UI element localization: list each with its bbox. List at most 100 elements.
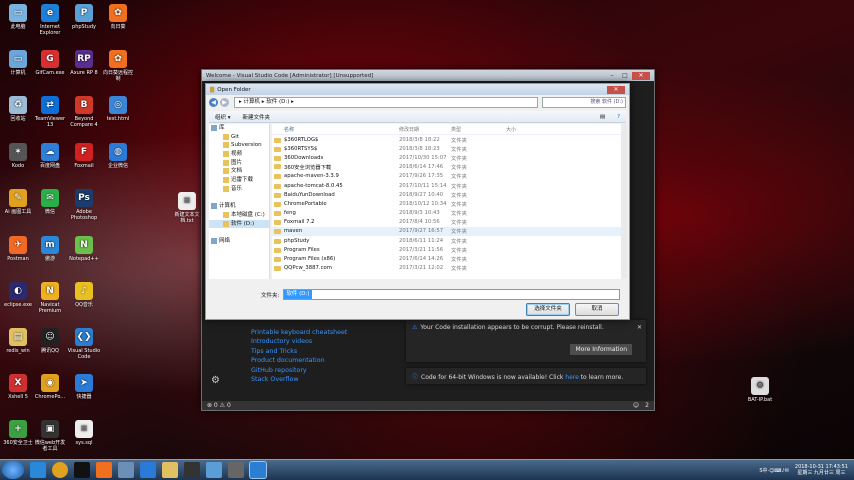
select-folder-button[interactable]: 选择文件夹 [526, 303, 570, 316]
desktop-icon[interactable]: RP Axure RP 8 [67, 50, 101, 76]
view-icon[interactable]: ▤ [600, 114, 605, 120]
file-row[interactable]: phpStudy 2018/6/11 11:24 文件夹 [272, 236, 622, 245]
file-row[interactable]: QQPcw_3887.com 2017/3/21 12:02 文件夹 [272, 264, 622, 273]
desktop-icon[interactable]: ✿ 向日葵 [101, 4, 135, 30]
close-icon[interactable]: ✕ [632, 71, 650, 80]
sunflower-icon[interactable] [96, 462, 112, 478]
maximize-icon[interactable]: □ [619, 72, 631, 80]
nav-item[interactable]: 软件 (D:) [209, 219, 269, 229]
link-tips-tricks[interactable]: Tips and Tricks [251, 347, 347, 356]
desktop-icon[interactable]: ☺ 腾讯QQ [33, 328, 67, 354]
link-intro-videos[interactable]: Introductory videos [251, 337, 347, 346]
more-information-button[interactable]: More Information [570, 344, 632, 355]
file-row[interactable]: apache-tomcat-8.0.45 2017/10/11 15:14 文件夹 [272, 181, 622, 190]
app-icon[interactable] [206, 462, 222, 478]
desktop-icon[interactable]: ♪ QQ音乐 [67, 282, 101, 308]
desktop-icon[interactable]: ≡ 新建文本文档.txt [170, 192, 204, 224]
breadcrumb[interactable]: ▸ 计算机 ▸ 软件 (D:) ▸ [234, 97, 538, 108]
desktop-icon[interactable]: ▣ 微信web开发者工具 [33, 420, 67, 452]
desktop-icon[interactable]: ❮❯ Visual Studio Code [67, 328, 101, 360]
nav-item[interactable]: 计算机 [209, 202, 269, 211]
desktop-icon[interactable]: ✎ Ai 画图工具 [1, 189, 35, 215]
file-row[interactable]: Foxmail 7.2 2017/8/4 10:56 文件夹 [272, 218, 622, 227]
nav-item[interactable]: 本地磁盘 (C:) [209, 211, 269, 220]
desktop-icon[interactable]: ▭ 计算机 [1, 50, 35, 76]
vscode-icon[interactable] [250, 462, 266, 478]
link-product-docs[interactable]: Product documentation [251, 356, 347, 365]
help-icon[interactable]: ? [617, 114, 620, 120]
file-row[interactable]: $360RTSYS$ 2018/3/8 18:23 文件夹 [272, 144, 622, 153]
desktop-icon[interactable]: ▭ 此电脑 [1, 4, 35, 30]
link-stack-overflow[interactable]: Stack Overflow [251, 375, 347, 384]
desktop-icon[interactable]: ◉ ChromePo... [33, 374, 67, 400]
close-icon[interactable]: ✕ [607, 85, 625, 94]
desktop-icon[interactable]: B Beyond Compare 4 [67, 96, 101, 128]
desktop-icon[interactable]: ⇄ TeamViewer 13 [33, 96, 67, 128]
gear-icon[interactable]: ⚙ [211, 375, 220, 386]
desktop-icon[interactable]: X Xshell 5 [1, 374, 35, 400]
search-input[interactable]: 搜索 软件 (D:) [542, 97, 626, 108]
scrollbar[interactable] [621, 124, 627, 279]
desktop-icon[interactable]: PphpStudy [67, 4, 101, 30]
problems-status[interactable]: ⊗ 0 ⚠ 0 [207, 402, 231, 409]
new-folder-button[interactable]: 新建文件夹 [243, 113, 271, 121]
desktop-icon[interactable]: ✿ 向日葵远程控制 [101, 50, 135, 82]
nav-item[interactable]: 文档 [209, 167, 269, 176]
wework-icon[interactable] [140, 462, 156, 478]
close-icon[interactable]: ✕ [637, 324, 642, 331]
column-type[interactable]: 类型 [451, 126, 506, 133]
nav-item[interactable]: 迅雷下载 [209, 176, 269, 185]
tray-icons[interactable]: S中·☺⌨♪✉ [759, 467, 789, 474]
file-row[interactable]: $360RTLOG$ 2018/3/8 18:22 文件夹 [272, 135, 622, 144]
file-row[interactable]: Program Files 2017/3/21 11:56 文件夹 [272, 245, 622, 254]
desktop-icon[interactable]: m 傲游 [33, 236, 67, 262]
column-name[interactable]: 名称 [272, 126, 399, 133]
file-row[interactable]: BaiduYunDownload 2018/9/27 10:40 文件夹 [272, 190, 622, 199]
link-github-repo[interactable]: GitHub repository [251, 366, 347, 375]
qq-icon[interactable] [184, 462, 200, 478]
nav-item[interactable]: 音乐 [209, 185, 269, 194]
file-row[interactable]: Program Files (x86) 2017/6/14 14:26 文件夹 [272, 254, 622, 263]
desktop-icon[interactable]: F Foxmail [67, 143, 101, 169]
desktop-icon[interactable]: ⚙ BAT-IP.bat [743, 377, 777, 403]
desktop-icon[interactable]: e Internet Explorer [33, 4, 67, 36]
chrome-icon[interactable] [52, 462, 68, 478]
desktop-icon[interactable]: Ps Adobe Photoshop [67, 189, 101, 221]
file-row[interactable]: 360安全浏览器下载 2018/6/14 17:46 文件夹 [272, 163, 622, 172]
file-row[interactable]: 360Downloads 2017/10/30 15:07 文件夹 [272, 153, 622, 162]
nav-item[interactable]: 网络 [209, 237, 269, 246]
desktop-icon[interactable]: N Navicat Premium [33, 282, 67, 314]
column-date[interactable]: 修改日期 [399, 126, 451, 133]
clock[interactable]: 2018-10-31 17:43:51 星期三 九月廿三 周三 [795, 464, 848, 476]
file-row[interactable]: ChromePortable 2018/10/12 10:34 文件夹 [272, 199, 622, 208]
desktop-icon[interactable]: ➤ 快捷器 [67, 374, 101, 400]
here-link[interactable]: here [565, 374, 579, 381]
link-keyboard-cheatsheet[interactable]: Printable keyboard cheatsheet [251, 328, 347, 337]
nav-item[interactable]: Subversion [209, 141, 269, 150]
sublime-icon[interactable] [228, 462, 244, 478]
desktop-icon[interactable]: ▤ redis_win [1, 328, 35, 354]
desktop-icon[interactable]: G GifCam.exe [33, 50, 67, 76]
desktop-icon[interactable]: ✉ 微信 [33, 189, 67, 215]
network-icon[interactable] [118, 462, 134, 478]
desktop-icon[interactable]: ≡ sys.sql [67, 420, 101, 446]
desktop-icon[interactable]: ☁ 百度网盘 [33, 143, 67, 169]
notifications-count[interactable]: 2 [645, 402, 649, 409]
minimize-icon[interactable]: – [606, 72, 618, 80]
terminal-icon[interactable] [74, 462, 90, 478]
start-button[interactable] [2, 461, 24, 479]
forward-icon[interactable]: ▶ [220, 98, 229, 107]
nav-item[interactable]: 库 [209, 124, 269, 133]
desktop-icon[interactable]: ♻ 回收站 [1, 96, 35, 122]
nav-item[interactable]: Git [209, 133, 269, 142]
back-icon[interactable]: ◀ [209, 98, 218, 107]
folder-icon[interactable] [162, 462, 178, 478]
file-row[interactable]: feng 2018/9/3 10:43 文件夹 [272, 209, 622, 218]
nav-item[interactable]: 图片 [209, 159, 269, 168]
file-row[interactable]: apache-maven-3.3.9 2017/9/26 17:35 文件夹 [272, 172, 622, 181]
column-size[interactable]: 大小 [506, 126, 536, 133]
desktop-icon[interactable]: ◍ 企业微信 [101, 143, 135, 169]
folder-input[interactable]: 软件 (D:) [283, 289, 621, 300]
maxthon-icon[interactable] [30, 462, 46, 478]
organize-button[interactable]: 组织 ▾ [215, 113, 231, 121]
